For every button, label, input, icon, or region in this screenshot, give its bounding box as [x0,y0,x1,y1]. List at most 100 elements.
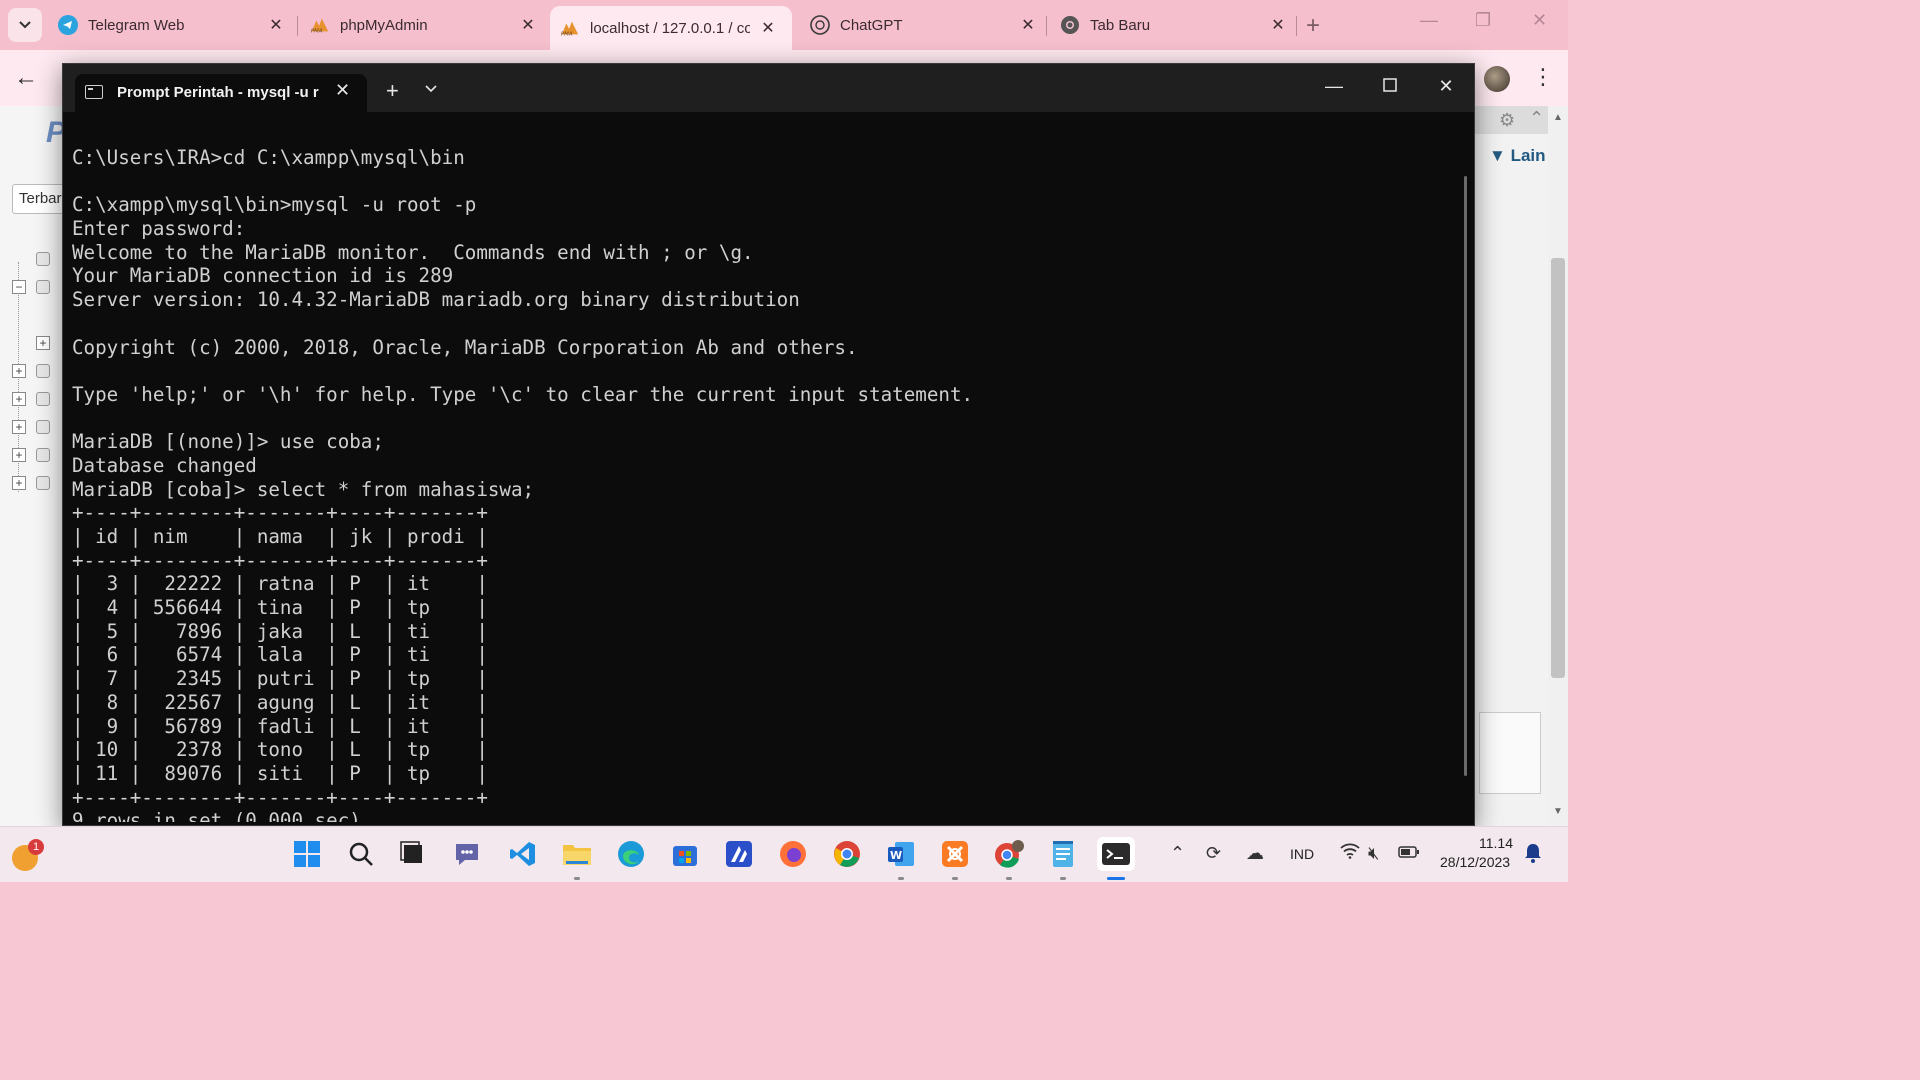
close-icon[interactable]: ✕ [335,80,350,101]
running-indicator [1060,877,1066,880]
scroll-up-icon[interactable]: ▲ [1553,112,1563,123]
language-indicator[interactable]: IND [1290,846,1314,862]
page-scrollbar-thumb[interactable] [1551,258,1565,678]
windows-icon [294,841,320,867]
authenticator-icon[interactable] [722,837,756,871]
expand-node-icon[interactable]: + [12,364,26,378]
pma-icon: PMA [560,18,580,38]
browser-tab-baru[interactable]: Tab Baru ✕ [1060,8,1288,42]
terminal-line: +----+--------+-------+----+-------+ [72,501,488,525]
close-icon[interactable]: ✕ [1018,15,1038,35]
speaker-muted-icon[interactable]: 🔇︎ [1368,843,1379,864]
maximize-icon[interactable] [1375,76,1405,97]
chrome-profile-icon[interactable] [992,837,1026,871]
xampp-icon[interactable] [938,837,972,871]
edge-icon[interactable] [614,837,648,871]
expand-node-icon[interactable]: + [12,392,26,406]
gear-icon[interactable]: ⚙ [1499,110,1515,131]
firefox-icon[interactable] [776,837,810,871]
terminal-line: +----+--------+-------+----+-------+ [72,785,488,809]
back-button[interactable]: ← [14,64,38,92]
expand-node-icon[interactable]: + [12,448,26,462]
file-explorer-icon[interactable] [560,837,594,871]
vscode-icon[interactable] [506,837,540,871]
caret-down-icon: ▼ [1489,146,1511,165]
running-indicator [574,877,580,880]
browser-tab-chatgpt[interactable]: ChatGPT ✕ [810,8,1038,42]
minimize-icon[interactable]: — [1420,10,1438,31]
taskbar: 1 W ⌃ ⟳ ☁ IND 🔇︎ 11.14 28/12/2023 [0,826,1568,882]
expand-node-icon[interactable]: + [36,336,50,350]
browser-menu-icon[interactable]: ⋮ [1532,64,1554,90]
terminal-tab[interactable]: Prompt Perintah - mysql -u r ✕ [75,74,367,112]
browser-tab-localhost[interactable]: PMA localhost / 127.0.0.1 / col ✕ [550,6,792,50]
pma-right-panel: ⚙ ⌃ ▼ Lain ▲ ▼ [1475,106,1568,826]
terminal-line: | 3 | 22222 | ratna | P | it | [72,572,488,596]
terminal-line: Enter password: [72,217,246,241]
telegram-icon [58,15,78,35]
chevron-down-icon [19,21,31,29]
terminal-tab-title: Prompt Perintah - mysql -u r [117,84,319,101]
terminal-new-tab-button[interactable]: + [386,78,399,104]
pma-panel-header: ⚙ ⌃ [1475,106,1548,134]
word-icon[interactable]: W [884,837,918,871]
chevron-up-icon[interactable]: ⌃ [1170,843,1185,864]
chevron-down-icon[interactable] [425,82,437,96]
store-icon[interactable] [668,837,702,871]
close-icon[interactable]: ✕ [758,18,778,38]
terminal-line: | 4 | 556644 | tina | P | tp | [72,596,488,620]
task-view-icon[interactable] [396,837,430,871]
restore-icon[interactable]: ❐ [1475,10,1491,31]
collapse-icon[interactable]: ⌃ [1529,108,1544,129]
terminal-line: | 9 | 56789 | fadli | L | it | [72,714,488,738]
terminal-line: | id | nim | nama | jk | prodi | [72,525,488,548]
terminal-line: Type 'help;' or '\h' for help. Type '\c'… [72,382,974,406]
clock-time[interactable]: 11.14 [1479,835,1513,851]
sync-icon[interactable]: ⟳ [1206,843,1221,864]
more-menu[interactable]: ▼ Lain [1489,146,1546,166]
terminal-scrollbar[interactable] [1464,176,1467,776]
cloud-offline-icon[interactable]: ☁ [1246,843,1264,864]
collapse-node-icon[interactable]: − [12,280,26,294]
clock-date[interactable]: 28/12/2023 [1440,854,1510,870]
new-tab-button[interactable]: + [1306,12,1320,40]
running-indicator [952,877,958,880]
scroll-down-icon[interactable]: ▼ [1553,806,1563,817]
terminal-output[interactable]: C:\Users\IRA>cd C:\xampp\mysql\bin C:\xam… [72,146,1452,822]
tab-divider [1046,16,1047,36]
browser-tab-telegram[interactable]: Telegram Web ✕ [58,8,286,42]
chrome-icon[interactable] [830,837,864,871]
profile-avatar[interactable] [1484,66,1510,92]
close-icon[interactable]: ✕ [266,15,286,35]
running-indicator [898,877,904,880]
chrome-icon [1060,15,1080,35]
close-icon[interactable]: ✕ [1268,15,1288,35]
notepad-icon[interactable] [1046,837,1080,871]
tab-search-button[interactable] [8,8,42,42]
search-icon[interactable] [344,837,378,871]
terminal-taskbar-icon[interactable] [1097,837,1135,871]
wifi-icon[interactable] [1340,843,1360,864]
start-button[interactable] [290,837,324,871]
expand-node-icon[interactable]: + [12,420,26,434]
weather-widget[interactable]: 1 [12,839,44,871]
notification-bell-icon[interactable] [1524,843,1542,868]
close-icon[interactable]: ✕ [518,15,538,35]
close-window-icon[interactable]: ✕ [1532,10,1547,31]
terminal-line: Your MariaDB connection id is 289 [72,264,454,288]
terminal-line: C:\xampp\mysql\bin>mysql -u root -p [72,193,477,217]
expand-node-icon[interactable]: + [12,476,26,490]
database-icon [36,448,50,462]
recent-tables-select[interactable]: Terbar [12,184,68,214]
svg-text:W: W [890,849,902,862]
teams-chat-icon[interactable] [450,837,484,871]
svg-text:PMA: PMA [561,31,573,37]
minimize-icon[interactable]: — [1319,76,1349,97]
browser-tab-phpmyadmin[interactable]: PMA phpMyAdmin ✕ [310,8,538,42]
terminal-line: Copyright (c) 2000, 2018, Oracle, MariaD… [72,335,858,359]
close-window-icon[interactable]: ✕ [1431,76,1461,97]
battery-icon[interactable] [1398,843,1420,864]
